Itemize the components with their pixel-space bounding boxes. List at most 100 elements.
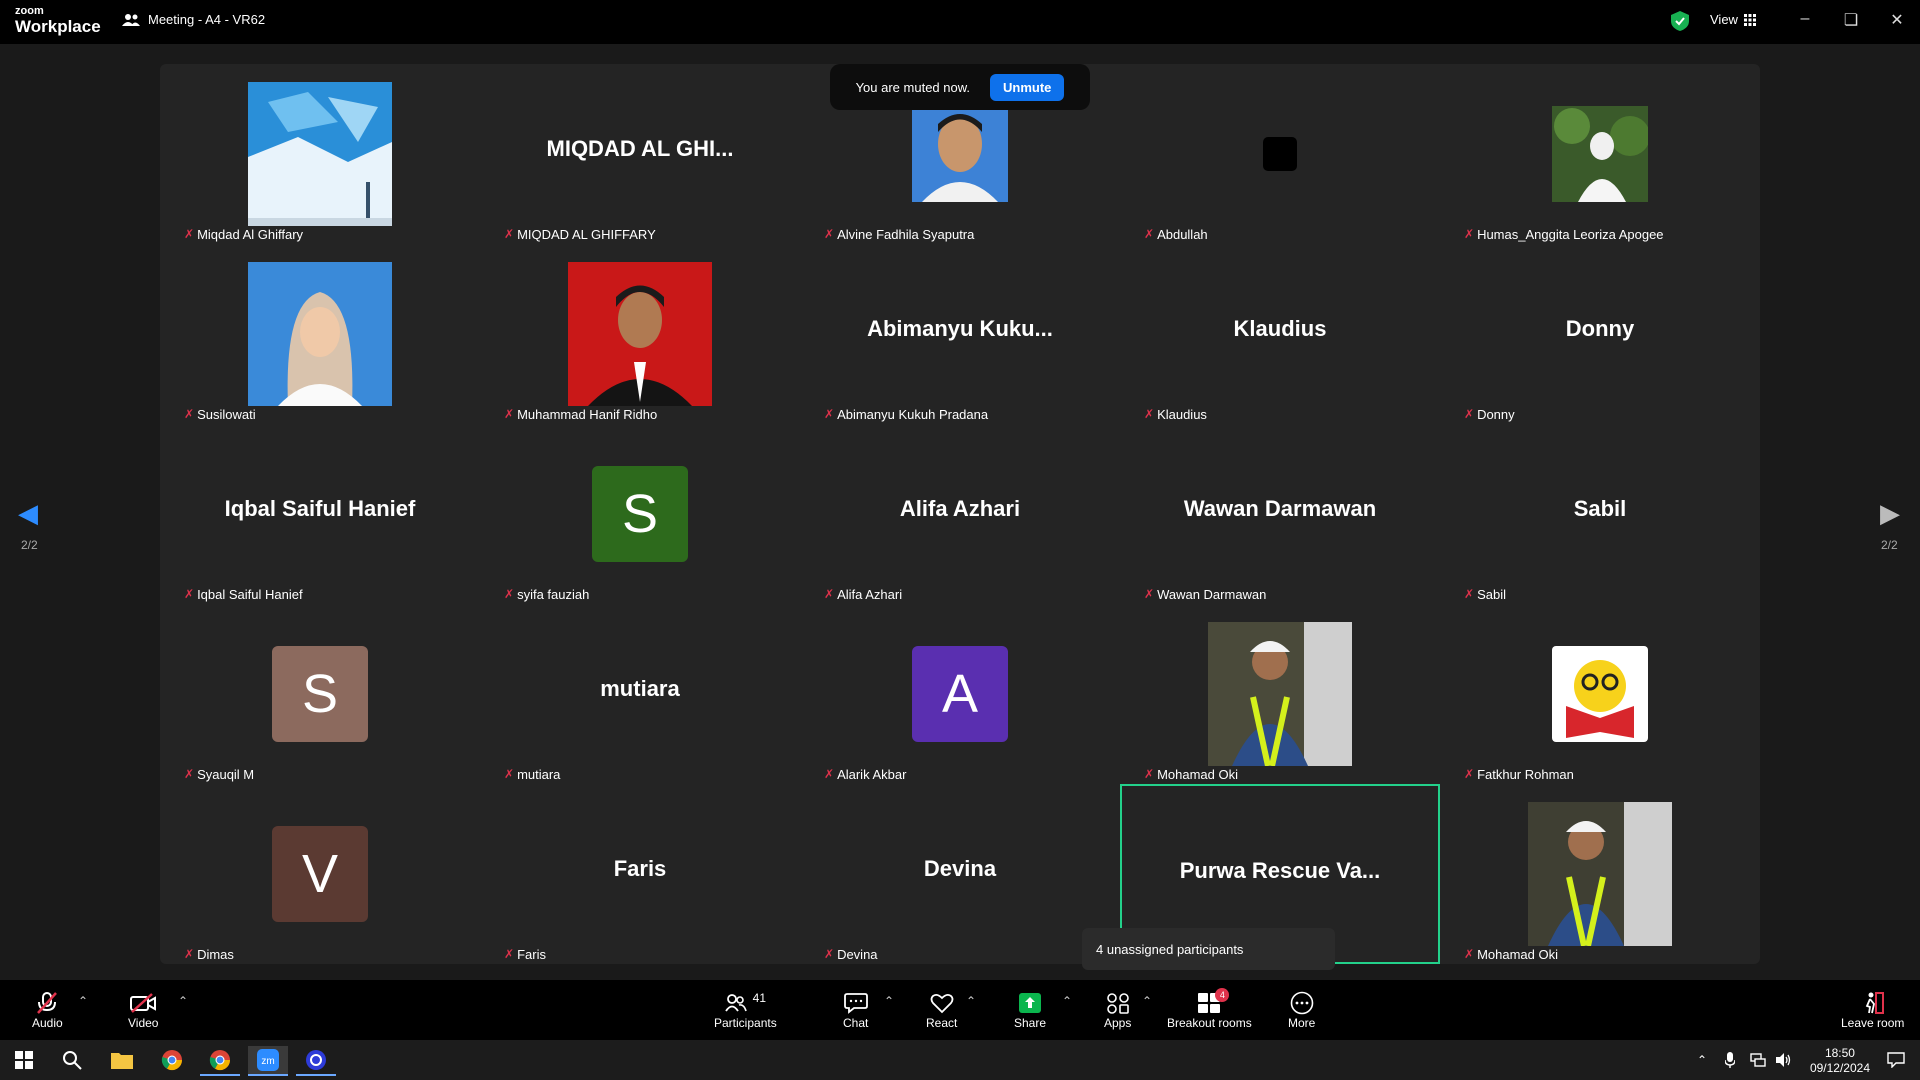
muted-mic-icon: ✗ xyxy=(184,767,195,781)
participant-display-name: Purwa Rescue Va... xyxy=(1179,858,1381,883)
participant-tile[interactable]: ✗ Miqdad Al Ghiffary xyxy=(160,64,480,244)
chat-options-caret-icon[interactable]: ⌃ xyxy=(884,994,894,1008)
unmute-button[interactable]: Unmute xyxy=(990,73,1065,101)
minimize-icon[interactable]: – xyxy=(1790,10,1820,28)
network-icon[interactable] xyxy=(1746,1046,1770,1074)
react-label: React xyxy=(926,1016,958,1030)
apps-button[interactable]: Apps xyxy=(1104,990,1131,1030)
share-options-caret-icon[interactable]: ⌃ xyxy=(1062,994,1072,1008)
muted-mic-icon: ✗ xyxy=(504,767,515,781)
audio-options-caret-icon[interactable]: ⌃ xyxy=(78,994,88,1008)
heart-react-icon xyxy=(930,993,954,1014)
participant-tile[interactable]: mutiara ✗ mutiara xyxy=(480,604,800,784)
participant-tile[interactable]: Klaudius ✗ Klaudius xyxy=(1120,244,1440,424)
view-label: View xyxy=(1710,12,1738,27)
muted-mic-icon: ✗ xyxy=(184,587,195,601)
react-button[interactable]: React xyxy=(926,990,957,1030)
participant-tile[interactable]: ✗ Humas_Anggita Leoriza Apogee xyxy=(1440,64,1760,244)
video-off-icon xyxy=(130,993,157,1013)
participant-tile[interactable]: MIQDAD AL GHI... ✗ MIQDAD AL GHIFFARY xyxy=(480,64,800,244)
participant-photo xyxy=(1552,646,1648,742)
participant-tile[interactable]: ✗ Susilowati xyxy=(160,244,480,424)
view-button[interactable]: View xyxy=(1710,12,1756,27)
previous-page-icon[interactable]: ◀ xyxy=(18,498,38,529)
windows-start-icon[interactable] xyxy=(4,1046,44,1074)
participants-icon xyxy=(122,13,140,26)
notifications-icon[interactable] xyxy=(1876,1046,1916,1074)
svg-text:zm: zm xyxy=(261,1056,274,1067)
participant-name: ✗ Abimanyu Kukuh Pradana xyxy=(824,406,989,422)
apps-label: Apps xyxy=(1104,1016,1132,1030)
participant-tile[interactable]: Faris ✗ Faris xyxy=(480,784,800,964)
participant-tile[interactable]: ✗ Fatkhur Rohman xyxy=(1440,604,1760,784)
muted-mic-icon: ✗ xyxy=(1464,947,1475,961)
zoom-workplace-icon[interactable] xyxy=(296,1046,336,1076)
more-button[interactable]: More xyxy=(1288,990,1315,1030)
participant-tile[interactable]: S ✗ syifa fauziah xyxy=(480,424,800,604)
participant-tile[interactable]: ✗ Mohamad Oki xyxy=(1120,604,1440,784)
participant-name: ✗ Alifa Azhari xyxy=(824,586,903,602)
microphone-tray-icon[interactable] xyxy=(1718,1046,1742,1074)
participant-initial-avatar: S xyxy=(272,646,368,742)
video-button[interactable]: Video xyxy=(128,990,158,1030)
chat-label: Chat xyxy=(843,1016,869,1030)
meeting-title-text: Meeting - A4 - VR62 xyxy=(148,12,266,27)
leave-room-button[interactable]: Leave room xyxy=(1841,990,1904,1030)
participant-display-name: mutiara xyxy=(600,676,680,701)
volume-icon[interactable] xyxy=(1772,1046,1796,1074)
participant-name: ✗ Muhammad Hanif Ridho xyxy=(504,406,658,422)
muted-mic-icon: ✗ xyxy=(1464,227,1475,241)
participant-tile[interactable]: Devina ✗ Devina xyxy=(800,784,1120,964)
zoom-app-icon[interactable]: zm xyxy=(248,1046,288,1076)
next-page-icon[interactable]: ▶ xyxy=(1880,498,1900,529)
page-indicator-right: 2/2 xyxy=(1881,538,1898,552)
participant-tile[interactable]: Iqbal Saiful Hanief ✗ Iqbal Saiful Hanief xyxy=(160,424,480,604)
chat-button[interactable]: Chat xyxy=(843,990,868,1030)
file-explorer-icon[interactable] xyxy=(102,1046,142,1074)
participant-name: ✗ Wawan Darmawan xyxy=(1144,586,1267,602)
muted-mic-icon: ✗ xyxy=(504,587,515,601)
participant-tile[interactable]: V ✗ Dimas xyxy=(160,784,480,964)
share-button[interactable]: Share xyxy=(1014,990,1046,1030)
search-icon[interactable] xyxy=(52,1046,92,1074)
security-shield-icon[interactable] xyxy=(1671,11,1689,31)
video-options-caret-icon[interactable]: ⌃ xyxy=(178,994,188,1008)
participant-photo xyxy=(1263,137,1297,171)
participant-display-name: Faris xyxy=(613,856,667,881)
page-indicator-left: 2/2 xyxy=(21,538,38,552)
participant-tile[interactable]: Sabil ✗ Sabil xyxy=(1440,424,1760,604)
participant-tile[interactable]: S ✗ Syauqil M xyxy=(160,604,480,784)
react-options-caret-icon[interactable]: ⌃ xyxy=(966,994,976,1008)
muted-message: You are muted now. xyxy=(855,79,971,95)
participants-button[interactable]: 41 Participants xyxy=(714,990,777,1030)
close-icon[interactable]: ✕ xyxy=(1882,10,1912,30)
breakout-rooms-button[interactable]: 4 Breakout rooms xyxy=(1167,988,1252,1030)
muted-mic-icon: ✗ xyxy=(824,767,835,781)
windows-taskbar: zm ⌃ 18:50 09/12/2024 xyxy=(0,1040,1920,1080)
chrome-profile-icon[interactable] xyxy=(200,1046,240,1076)
participant-name: ✗ Sabil xyxy=(1464,586,1506,602)
participant-tile[interactable]: Abimanyu Kuku... ✗ Abimanyu Kukuh Pradana xyxy=(800,244,1120,424)
participant-tile[interactable]: ✗ Mohamad Oki xyxy=(1440,784,1760,964)
participant-tile[interactable]: Donny ✗ Donny xyxy=(1440,244,1760,424)
audio-button[interactable]: Audio xyxy=(32,990,63,1030)
apps-options-caret-icon[interactable]: ⌃ xyxy=(1142,994,1152,1008)
participant-tile[interactable]: Alifa Azhari ✗ Alifa Azhari xyxy=(800,424,1120,604)
participant-photo xyxy=(1208,622,1352,766)
more-icon xyxy=(1290,991,1313,1015)
participant-tile[interactable]: Wawan Darmawan ✗ Wawan Darmawan xyxy=(1120,424,1440,604)
participant-name: ✗ mutiara xyxy=(504,766,561,782)
system-tray-caret-icon[interactable]: ⌃ xyxy=(1690,1046,1714,1074)
muted-mic-icon: ✗ xyxy=(824,947,835,961)
restore-icon[interactable]: ❏ xyxy=(1836,10,1866,30)
taskbar-clock[interactable]: 18:50 09/12/2024 xyxy=(1810,1046,1870,1076)
participant-name: ✗ Mohamad Oki xyxy=(1464,946,1558,962)
unassigned-participants-tooltip[interactable]: 4 unassigned participants xyxy=(1082,928,1335,970)
chrome-icon[interactable] xyxy=(152,1046,192,1074)
participant-display-name: Iqbal Saiful Hanief xyxy=(224,496,416,521)
participant-tile[interactable]: ✗ Abdullah xyxy=(1120,64,1440,244)
participant-tile[interactable]: ✗ Muhammad Hanif Ridho xyxy=(480,244,800,424)
meeting-title[interactable]: Meeting - A4 - VR62 xyxy=(122,12,265,27)
participant-display-name: Devina xyxy=(923,856,997,881)
participant-tile[interactable]: A ✗ Alarik Akbar xyxy=(800,604,1120,784)
